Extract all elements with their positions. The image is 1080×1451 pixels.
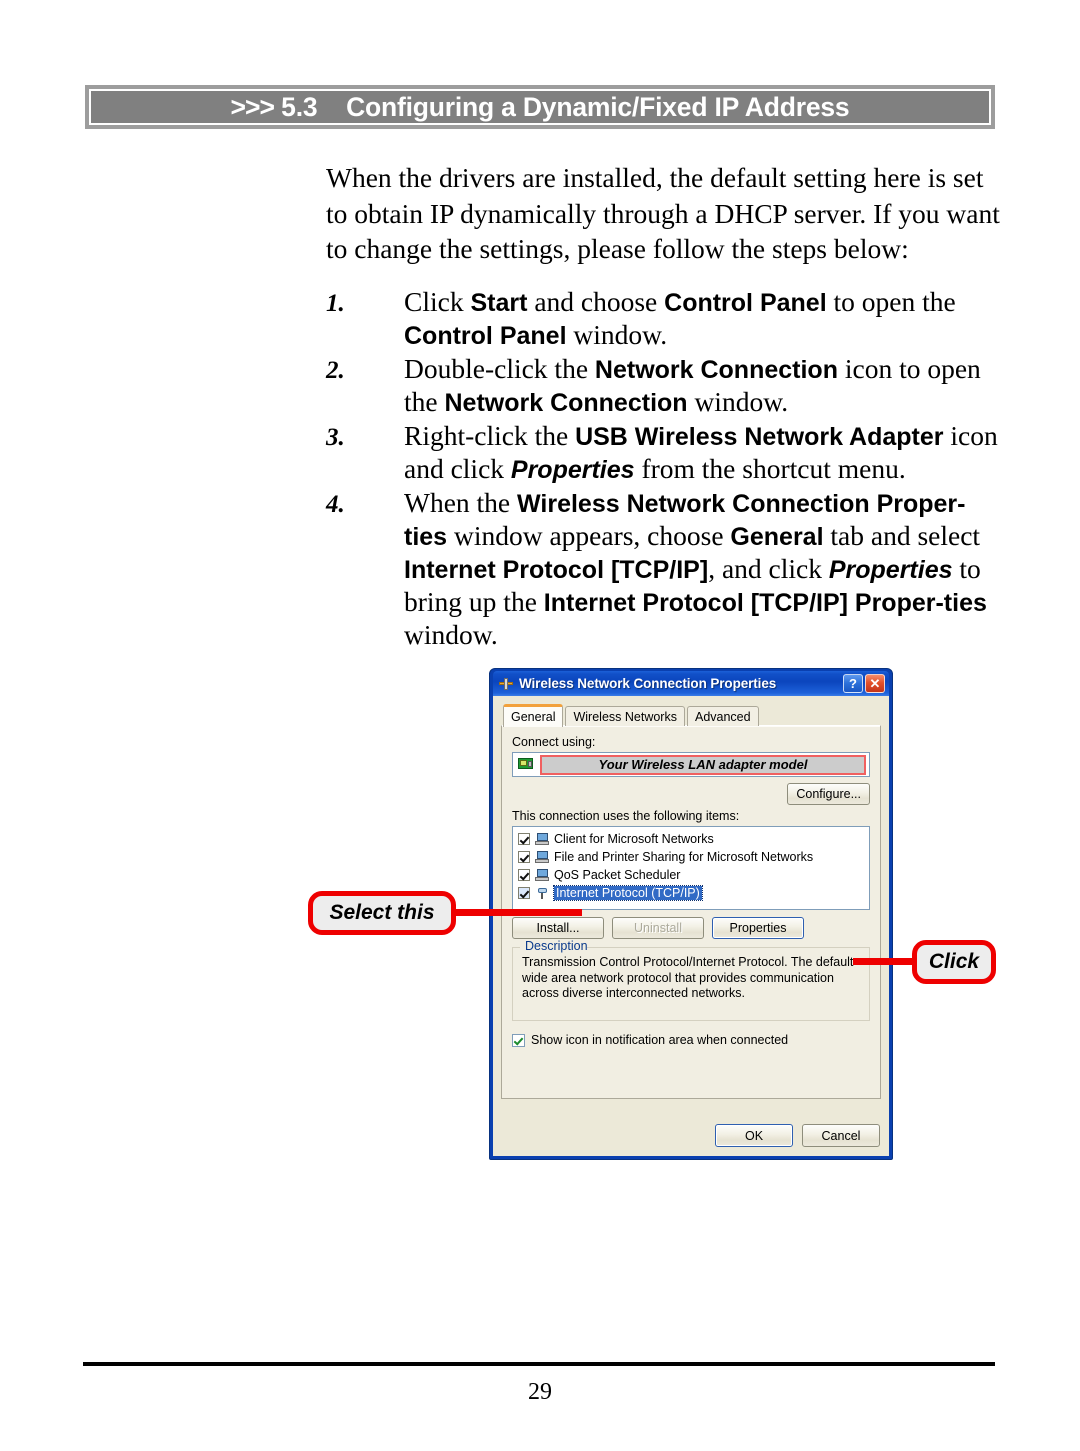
intro-paragraph: When the drivers are installed, the defa… [326,162,1000,264]
callout-click: Click [912,940,996,984]
dialog-title: Wireless Network Connection Properties [519,676,777,691]
list-item-internet-protocol[interactable]: Internet Protocol (TCP/IP) [516,884,867,902]
list-item-label: Internet Protocol (TCP/IP) [553,885,703,901]
tab-advanced[interactable]: Advanced [686,706,759,726]
network-components-list[interactable]: Client for Microsoft Networks File and P… [512,826,870,910]
protocol-icon [535,887,550,900]
step-text: Double-click the Network Connection icon… [404,353,981,417]
step-number: 3. [326,424,345,451]
configure-button[interactable]: Configure... [787,783,870,805]
install-button[interactable]: Install... [512,917,604,939]
checkbox-checked-icon[interactable] [518,833,530,845]
description-text: Transmission Control Protocol/Internet P… [522,955,854,1000]
list-item: 3. Right-click the USB Wireless Network … [326,420,1006,486]
description-legend: Description [522,939,591,954]
list-item: 2. Double-click the Network Connection i… [326,353,1006,419]
description-groupbox: Description Transmission Control Protoco… [512,939,870,1021]
list-item-label: Client for Microsoft Networks [554,832,714,846]
list-item[interactable]: File and Printer Sharing for Microsoft N… [516,848,867,866]
uninstall-button: Uninstall [612,917,704,939]
step-text: Right-click the USB Wireless Network Ada… [404,420,998,484]
step-number: 4. [326,491,345,518]
list-item-label: QoS Packet Scheduler [554,868,681,882]
list-item: 1. Click Start and choose Control Panel … [326,286,1006,352]
list-item[interactable]: QoS Packet Scheduler [516,866,867,884]
section-number: 5.3 [281,91,318,122]
ok-button[interactable]: OK [715,1124,793,1147]
configure-row: Configure... [512,783,870,805]
dialog-footer-buttons: OK Cancel [715,1124,880,1147]
connect-using-label: Connect using: [512,735,596,749]
tab-wireless-networks[interactable]: Wireless Networks [565,706,685,726]
page-title: >>> 5.3 Configuring a Dynamic/Fixed IP A… [231,92,850,123]
component-buttons-row: Install... Uninstall Properties [512,917,870,939]
click-leader-line [853,958,917,965]
cancel-button[interactable]: Cancel [802,1124,880,1147]
step-number: 1. [326,290,345,317]
select-this-leader-line [452,909,582,916]
section-header-bar: >>> 5.3 Configuring a Dynamic/Fixed IP A… [85,85,995,129]
properties-button[interactable]: Properties [712,917,804,939]
steps-list: 1. Click Start and choose Control Panel … [326,286,1006,652]
dialog-titlebar: Wireless Network Connection Properties ?… [493,671,889,696]
checkbox-checked-icon[interactable] [512,1033,525,1047]
step-text: Click Start and choose Control Panel to … [404,286,956,350]
titlebar-buttons: ? ✕ [843,674,887,693]
section-title: Configuring a Dynamic/Fixed IP Address [346,91,850,122]
chevron-prefix: >>> [230,91,275,122]
dialog-body: General Wireless Networks Advanced Conne… [493,696,889,1156]
tab-general[interactable]: General [503,704,564,727]
footer-divider [83,1362,995,1366]
section-header-inner: >>> 5.3 Configuring a Dynamic/Fixed IP A… [89,89,991,125]
qos-service-icon [535,868,550,882]
step-number: 2. [326,357,345,384]
callout-select-this: Select this [308,891,456,935]
checkbox-checked-icon[interactable] [518,851,530,863]
items-label: This connection uses the following items… [512,809,740,823]
file-sharing-service-icon [535,850,550,864]
list-item-label: File and Printer Sharing for Microsoft N… [554,850,814,864]
list-item: 4. When the Wireless Network Connection … [326,487,1006,651]
network-adapter-icon [517,757,535,772]
close-icon[interactable]: ✕ [865,674,885,693]
network-connection-icon [498,676,514,692]
checkbox-checked-icon[interactable] [518,887,530,899]
connect-using-field: Your Wireless LAN adapter model [512,752,870,777]
adapter-name-value: Your Wireless LAN adapter model [540,754,866,775]
help-icon[interactable]: ? [843,674,863,693]
client-service-icon [535,832,550,846]
checkbox-checked-icon[interactable] [518,869,530,881]
page-number: 29 [528,1379,552,1405]
tab-strip: General Wireless Networks Advanced [501,703,881,727]
show-icon-label: Show icon in notification area when conn… [531,1033,789,1047]
show-icon-checkbox-row[interactable]: Show icon in notification area when conn… [512,1033,870,1047]
step-text: When the Wireless Network Connection Pro… [404,487,987,650]
list-item[interactable]: Client for Microsoft Networks [516,830,867,848]
